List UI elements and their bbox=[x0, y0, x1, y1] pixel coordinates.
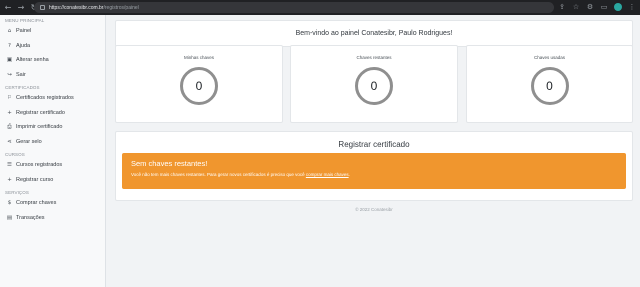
address-bar[interactable]: https://conatesibr.com.br/registros/pain… bbox=[34, 2, 554, 13]
help-icon: ? bbox=[8, 42, 11, 49]
section-header: Menu principal bbox=[5, 18, 45, 23]
stat-title: Chaves restantes bbox=[356, 55, 392, 60]
section-title: Registrar certificado bbox=[338, 140, 410, 149]
sidebar-item-registrar-curso[interactable]: + Registrar curso bbox=[0, 173, 105, 188]
menu-icon[interactable]: ⋮ bbox=[628, 3, 636, 11]
sidebar-item-alterar-senha[interactable]: ▣ Alterar senha bbox=[0, 53, 105, 68]
footer-copyright: © 2022 Conatesibr bbox=[355, 207, 393, 212]
section-header: Certificados bbox=[5, 85, 40, 90]
stat-card-minhas-chaves: Minhas chaves 0 bbox=[115, 45, 283, 123]
sidebar-item-registrar-certificado[interactable]: + Registrar certificado bbox=[0, 106, 105, 121]
sidebar-item-transacoes[interactable]: ▤ Transações bbox=[0, 211, 105, 226]
sidebar-item-comprar-chaves[interactable]: $ Comprar chaves bbox=[0, 196, 105, 211]
sidebar: Menu principal ⌂ Painel ? Ajuda ▣ Alterar s… bbox=[0, 15, 106, 287]
url-text: https://conatesibr.com.br/registros/pain… bbox=[49, 4, 139, 11]
stat-gauge: 0 bbox=[530, 67, 569, 105]
print-icon: ⎙ bbox=[7, 123, 12, 130]
browser-toolbar: ← → ↻ https://conatesibr.com.br/registro… bbox=[0, 0, 640, 15]
alert-title: Sem chaves restantes! bbox=[131, 159, 208, 168]
plus-icon: + bbox=[7, 176, 12, 183]
alert-text: Você não tem mais chaves restantes. Para… bbox=[131, 172, 350, 177]
stat-value: 0 bbox=[546, 79, 553, 93]
plus-icon: + bbox=[7, 109, 12, 116]
extensions-icon[interactable]: ⚙ bbox=[586, 3, 594, 11]
home-icon: ⌂ bbox=[7, 28, 12, 35]
list-icon: ☰ bbox=[7, 162, 12, 169]
main-content: Bem-vindo ao painel Conatesibr, Paulo Ro… bbox=[107, 15, 640, 287]
sidebar-item-painel[interactable]: ⌂ Painel bbox=[0, 24, 105, 39]
stat-title: Chaves usadas bbox=[533, 55, 566, 60]
lock-icon: ▣ bbox=[6, 57, 13, 64]
share-icon: ⋖ bbox=[7, 138, 12, 145]
share-page-icon[interactable]: ⇪ bbox=[558, 3, 566, 11]
window-icon[interactable]: ▭ bbox=[600, 3, 608, 11]
buy-keys-link[interactable]: comprar mais chaves bbox=[306, 172, 349, 177]
stat-gauge: 0 bbox=[355, 67, 393, 105]
stat-value: 0 bbox=[195, 79, 203, 93]
stat-card-chaves-usadas: Chaves usadas 0 bbox=[466, 45, 633, 123]
section-header: Serviços bbox=[5, 190, 29, 195]
dollar-icon: $ bbox=[7, 200, 12, 207]
sidebar-item-gerar-selo[interactable]: ⋖ Gerar selo bbox=[0, 135, 105, 150]
sidebar-item-certificados-registrados[interactable]: ⚐ Certificados registrados bbox=[0, 91, 105, 106]
sidebar-item-ajuda[interactable]: ? Ajuda bbox=[0, 39, 105, 54]
stat-value: 0 bbox=[370, 79, 378, 93]
certificate-icon: ⚐ bbox=[7, 95, 12, 102]
sidebar-item-imprimir-certificado[interactable]: ⎙ Imprimir certificado bbox=[0, 120, 105, 135]
lock-icon bbox=[40, 5, 45, 10]
stat-gauge: 0 bbox=[180, 67, 218, 105]
section-header: Cursos bbox=[5, 152, 25, 157]
sidebar-item-sair[interactable]: ↪ Sair bbox=[0, 68, 105, 83]
stat-title: Minhas chaves bbox=[183, 55, 214, 60]
forward-icon[interactable]: → bbox=[16, 3, 26, 13]
sidebar-item-cursos-registrados[interactable]: ☰ Cursos registrados bbox=[0, 158, 105, 173]
register-certificate-card: Registrar certificado Sem chaves restant… bbox=[115, 131, 633, 201]
welcome-card: Bem-vindo ao painel Conatesibr, Paulo Ro… bbox=[115, 20, 633, 47]
receipt-icon: ▤ bbox=[6, 214, 13, 221]
no-keys-alert: Sem chaves restantes! Você não tem mais … bbox=[122, 153, 626, 189]
stat-card-chaves-restantes: Chaves restantes 0 bbox=[290, 45, 458, 123]
back-icon[interactable]: ← bbox=[3, 3, 13, 13]
star-icon[interactable]: ☆ bbox=[572, 3, 580, 11]
profile-icon[interactable] bbox=[614, 3, 622, 11]
logout-icon: ↪ bbox=[7, 71, 12, 78]
welcome-text: Bem-vindo ao painel Conatesibr, Paulo Ro… bbox=[295, 30, 453, 37]
